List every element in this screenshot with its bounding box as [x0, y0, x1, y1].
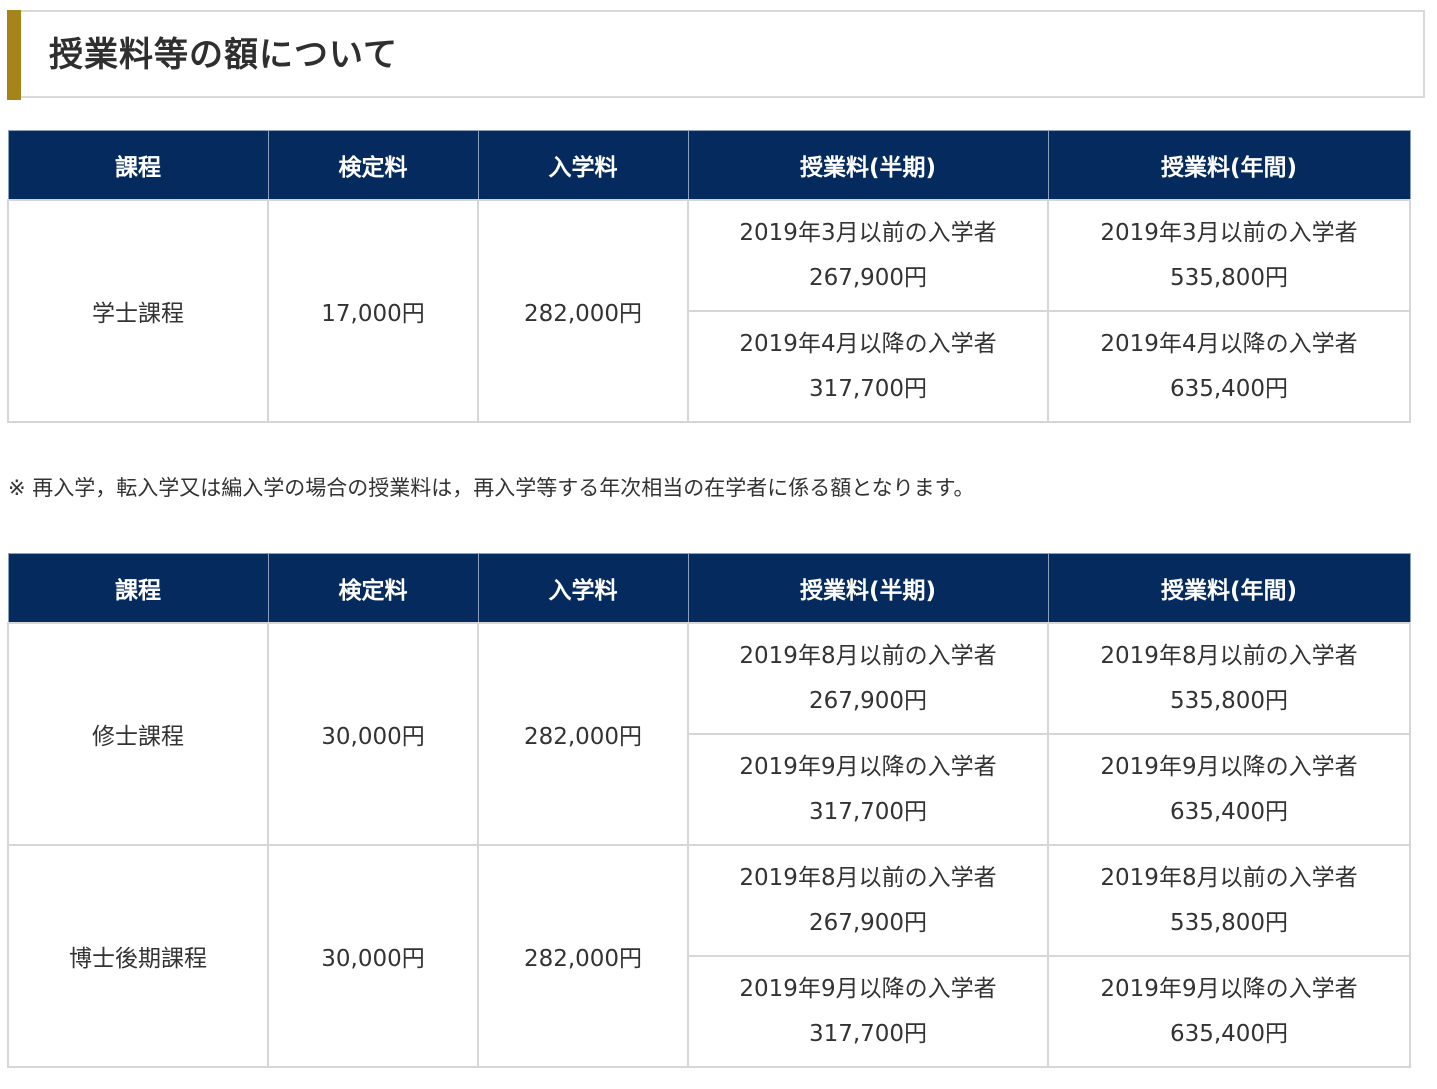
- tuition-amount: 635,400円: [1049, 367, 1409, 412]
- enrollment-period-label: 2019年9月以降の入学者: [689, 967, 1047, 1012]
- admission-fee-value: 282,000円: [478, 845, 688, 1067]
- exam-fee-value: 17,000円: [268, 200, 478, 422]
- tuition-year-cell: 2019年8月以前の入学者 535,800円: [1048, 845, 1410, 956]
- enrollment-period-label: 2019年8月以前の入学者: [689, 634, 1047, 679]
- undergrad-fee-table: 課程 検定料 入学料 授業料(半期) 授業料(年間) 学士課程 17,000円 …: [7, 130, 1411, 423]
- course-name: 博士後期課程: [8, 845, 268, 1067]
- page-title: 授業料等の額について: [49, 12, 398, 98]
- header-tuition-half: 授業料(半期): [688, 131, 1048, 201]
- enrollment-period-label: 2019年8月以前の入学者: [1049, 856, 1409, 901]
- tuition-half-cell: 2019年9月以降の入学者 317,700円: [688, 734, 1048, 845]
- table-row: 博士後期課程 30,000円 282,000円 2019年8月以前の入学者 26…: [8, 845, 1410, 956]
- header-tuition-year: 授業料(年間): [1048, 131, 1410, 201]
- tuition-half-cell: 2019年8月以前の入学者 267,900円: [688, 845, 1048, 956]
- tuition-half-cell: 2019年4月以降の入学者 317,700円: [688, 311, 1048, 422]
- enrollment-period-label: 2019年9月以降の入学者: [1049, 745, 1409, 790]
- exam-fee-value: 30,000円: [268, 845, 478, 1067]
- tuition-year-cell: 2019年8月以前の入学者 535,800円: [1048, 623, 1410, 734]
- tuition-half-cell: 2019年9月以降の入学者 317,700円: [688, 956, 1048, 1067]
- header-exam-fee: 検定料: [268, 131, 478, 201]
- tuition-amount: 317,700円: [689, 1012, 1047, 1057]
- tuition-amount: 535,800円: [1049, 679, 1409, 724]
- section-heading: 授業料等の額について: [7, 10, 1425, 98]
- table-header-row: 課程 検定料 入学料 授業料(半期) 授業料(年間): [8, 554, 1410, 624]
- header-course: 課程: [8, 131, 268, 201]
- tuition-half-cell: 2019年8月以前の入学者 267,900円: [688, 623, 1048, 734]
- admission-fee-value: 282,000円: [478, 623, 688, 845]
- tuition-year-cell: 2019年4月以降の入学者 635,400円: [1048, 311, 1410, 422]
- tuition-amount: 267,900円: [689, 256, 1047, 301]
- enrollment-period-label: 2019年4月以降の入学者: [1049, 322, 1409, 367]
- header-tuition-year: 授業料(年間): [1048, 554, 1410, 624]
- heading-accent-bar: [7, 10, 21, 100]
- enrollment-period-label: 2019年3月以前の入学者: [1049, 211, 1409, 256]
- admission-fee-value: 282,000円: [478, 200, 688, 422]
- table-header-row: 課程 検定料 入学料 授業料(半期) 授業料(年間): [8, 131, 1410, 201]
- table-row: 学士課程 17,000円 282,000円 2019年3月以前の入学者 267,…: [8, 200, 1410, 311]
- header-admission-fee: 入学料: [478, 554, 688, 624]
- tuition-year-cell: 2019年3月以前の入学者 535,800円: [1048, 200, 1410, 311]
- tuition-amount: 535,800円: [1049, 256, 1409, 301]
- tuition-amount: 635,400円: [1049, 1012, 1409, 1057]
- header-course: 課程: [8, 554, 268, 624]
- tuition-year-cell: 2019年9月以降の入学者 635,400円: [1048, 734, 1410, 845]
- graduate-fee-table: 課程 検定料 入学料 授業料(半期) 授業料(年間) 修士課程 30,000円 …: [7, 553, 1411, 1068]
- enrollment-period-label: 2019年8月以前の入学者: [689, 856, 1047, 901]
- footnote: ※ 再入学，転入学又は編入学の場合の授業料は，再入学等する年次相当の在学者に係る…: [8, 472, 975, 502]
- course-name: 学士課程: [8, 200, 268, 422]
- enrollment-period-label: 2019年4月以降の入学者: [689, 322, 1047, 367]
- tuition-amount: 635,400円: [1049, 790, 1409, 835]
- course-name: 修士課程: [8, 623, 268, 845]
- tuition-amount: 317,700円: [689, 790, 1047, 835]
- enrollment-period-label: 2019年9月以降の入学者: [689, 745, 1047, 790]
- exam-fee-value: 30,000円: [268, 623, 478, 845]
- tuition-half-cell: 2019年3月以前の入学者 267,900円: [688, 200, 1048, 311]
- header-tuition-half: 授業料(半期): [688, 554, 1048, 624]
- tuition-amount: 267,900円: [689, 901, 1047, 946]
- header-exam-fee: 検定料: [268, 554, 478, 624]
- enrollment-period-label: 2019年3月以前の入学者: [689, 211, 1047, 256]
- tuition-amount: 535,800円: [1049, 901, 1409, 946]
- table-row: 修士課程 30,000円 282,000円 2019年8月以前の入学者 267,…: [8, 623, 1410, 734]
- header-admission-fee: 入学料: [478, 131, 688, 201]
- tuition-year-cell: 2019年9月以降の入学者 635,400円: [1048, 956, 1410, 1067]
- enrollment-period-label: 2019年8月以前の入学者: [1049, 634, 1409, 679]
- tuition-amount: 317,700円: [689, 367, 1047, 412]
- enrollment-period-label: 2019年9月以降の入学者: [1049, 967, 1409, 1012]
- tuition-amount: 267,900円: [689, 679, 1047, 724]
